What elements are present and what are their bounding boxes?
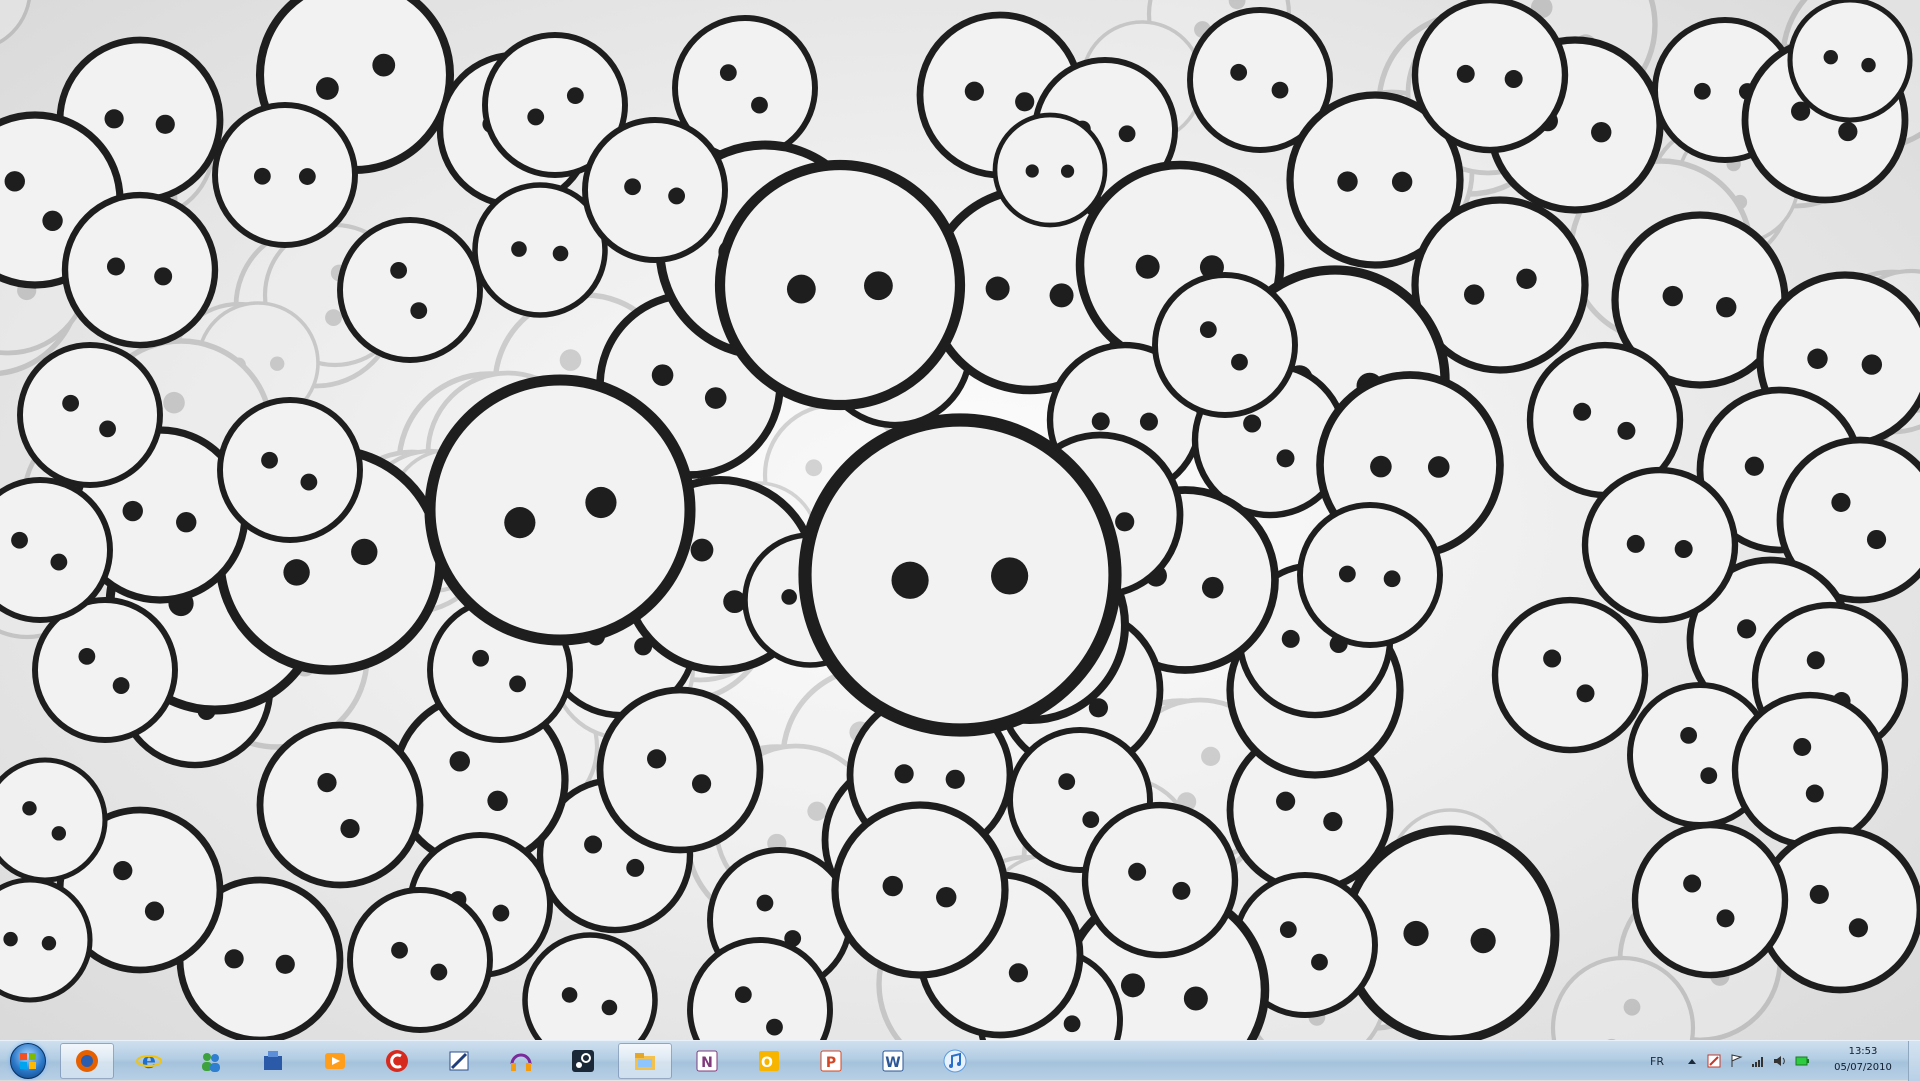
- itunes-taskbar-button[interactable]: [928, 1043, 982, 1079]
- smiley-face: [596, 686, 764, 854]
- smiley-face: [992, 112, 1108, 228]
- battery-icon[interactable]: [1794, 1053, 1810, 1069]
- smiley-face: [212, 102, 358, 248]
- language-indicator[interactable]: FR: [1650, 1041, 1664, 1081]
- desktop[interactable]: [0, 0, 1920, 1040]
- svg-text:W: W: [885, 1055, 900, 1071]
- outlook-taskbar-button[interactable]: O: [742, 1043, 796, 1079]
- volume-icon[interactable]: [1772, 1053, 1788, 1069]
- svg-text:P: P: [826, 1055, 836, 1071]
- windows-explorer-icon: [635, 1053, 655, 1070]
- smiley-face: [424, 374, 696, 646]
- windows-explorer-taskbar-button[interactable]: [618, 1043, 672, 1079]
- onenote-taskbar-button[interactable]: N: [680, 1043, 734, 1079]
- smiley-face: [1297, 502, 1443, 648]
- paint-edit-icon: [449, 1051, 469, 1071]
- smiley-face: [1411, 0, 1569, 154]
- smiley-face: [0, 0, 31, 45]
- ccleaner-taskbar-button[interactable]: [370, 1043, 424, 1079]
- network-signal-icon[interactable]: [1750, 1053, 1766, 1069]
- smiley-face: [17, 342, 163, 488]
- show-desktop-button[interactable]: [1908, 1041, 1920, 1081]
- onenote-icon: N: [696, 1050, 718, 1072]
- ccleaner-icon: [386, 1050, 408, 1072]
- start-button[interactable]: [4, 1043, 52, 1079]
- smiley-face: [1152, 272, 1298, 418]
- smiley-face: [1731, 691, 1889, 849]
- media-player-icon: [325, 1053, 345, 1069]
- audio-headphones-taskbar-button[interactable]: [494, 1043, 548, 1079]
- smiley-face: [256, 721, 424, 889]
- smiley-face: [347, 887, 493, 1033]
- action-center-flag-icon[interactable]: [1728, 1053, 1744, 1069]
- firefox-taskbar-button[interactable]: [60, 1043, 114, 1079]
- smiley-face: [1631, 821, 1789, 979]
- smiley-face: [714, 159, 966, 411]
- smiley-face: [61, 191, 219, 349]
- smiley-face: [798, 413, 1122, 737]
- windows-start-orb-icon: [10, 1043, 46, 1079]
- paint-edit-taskbar-button[interactable]: [432, 1043, 486, 1079]
- internet-explorer-icon: e: [136, 1048, 162, 1074]
- smiley-face: [1787, 0, 1913, 123]
- itunes-icon: [943, 1049, 967, 1073]
- svg-text:O: O: [761, 1055, 773, 1071]
- smiley-face: [1081, 801, 1239, 959]
- clock-date: 05/07/2010: [1834, 1062, 1892, 1073]
- smiley-faces-wallpaper: [0, 0, 1920, 1040]
- taskbar: e N O P W FR 13:53 05/07/2010: [0, 1040, 1920, 1081]
- internet-explorer-taskbar-button[interactable]: e: [122, 1043, 176, 1079]
- network-app-taskbar-button[interactable]: [246, 1043, 300, 1079]
- antivirus-icon[interactable]: [1706, 1053, 1722, 1069]
- smiley-face: [1491, 596, 1649, 754]
- smiley-face: [1581, 466, 1739, 624]
- windows-live-messenger-taskbar-button[interactable]: [184, 1043, 238, 1079]
- firefox-icon: [76, 1050, 98, 1072]
- outlook-icon: O: [759, 1051, 779, 1071]
- smiley-face: [831, 801, 1009, 979]
- word-taskbar-button[interactable]: W: [866, 1043, 920, 1079]
- clock-time: 13:53: [1848, 1046, 1878, 1057]
- word-icon: W: [882, 1050, 904, 1072]
- svg-text:e: e: [142, 1048, 156, 1074]
- powerpoint-taskbar-button[interactable]: P: [804, 1043, 858, 1079]
- steam-icon: [572, 1050, 594, 1072]
- svg-text:N: N: [701, 1055, 713, 1071]
- show-hidden-icons-arrow-icon[interactable]: [1684, 1053, 1700, 1069]
- windows-live-messenger-icon: [202, 1053, 220, 1072]
- network-app-icon: [264, 1051, 282, 1070]
- smiley-face: [0, 757, 108, 883]
- steam-taskbar-button[interactable]: [556, 1043, 610, 1079]
- smiley-face: [337, 217, 483, 363]
- smiley-face: [522, 932, 658, 1040]
- media-player-taskbar-button[interactable]: [308, 1043, 362, 1079]
- smiley-face: [582, 117, 728, 263]
- smiley-face: [217, 397, 363, 543]
- clock[interactable]: 13:53 05/07/2010: [1818, 1044, 1908, 1078]
- smiley-face: [0, 477, 113, 623]
- audio-headphones-icon: [510, 1053, 532, 1071]
- powerpoint-icon: P: [820, 1050, 842, 1072]
